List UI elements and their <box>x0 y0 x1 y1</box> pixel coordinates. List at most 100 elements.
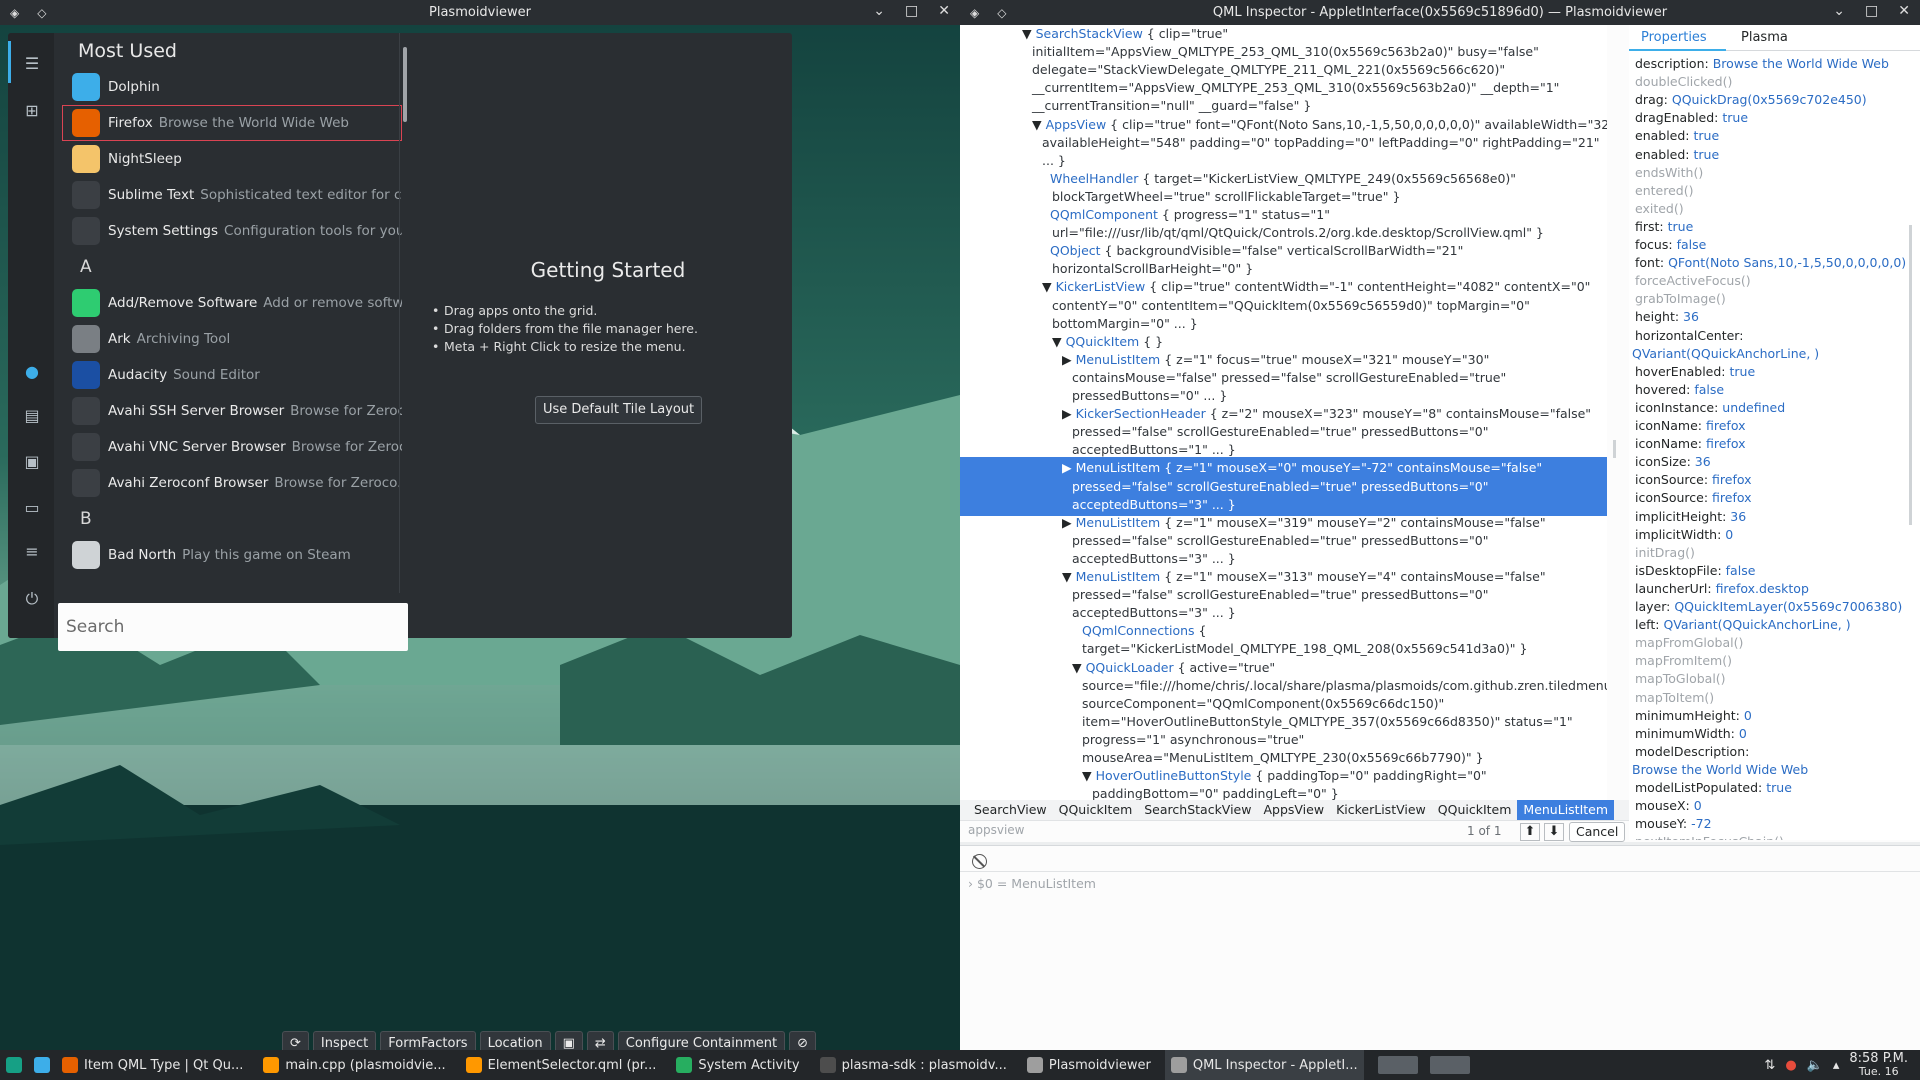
property-row[interactable]: mapFromItem() <box>1635 652 1732 670</box>
property-row[interactable]: iconSize: 36 <box>1635 453 1711 471</box>
tree-row[interactable]: paddingBottom="0" paddingLeft="0" } <box>960 785 1607 800</box>
property-row[interactable]: Browse the World Wide Web <box>1632 761 1808 779</box>
property-row[interactable]: iconName: firefox <box>1635 417 1746 435</box>
tree-row[interactable]: mouseArea="MenuListItem_QMLTYPE_230(0x55… <box>960 749 1607 767</box>
list-item[interactable]: Bad North Play this game on Steam <box>62 537 402 573</box>
list-item[interactable]: Audacity Sound Editor <box>62 357 402 393</box>
list-item[interactable]: Ark Archiving Tool <box>62 321 402 357</box>
list-item[interactable]: System Settings Configuration tools for y… <box>62 213 402 249</box>
property-row[interactable]: initDrag() <box>1635 544 1695 562</box>
property-row[interactable]: mouseX: 0 <box>1635 797 1702 815</box>
property-row[interactable]: drag: QQuickDrag(0x5569c702e450) <box>1635 91 1867 109</box>
tree-row[interactable]: delegate="StackViewDelegate_QMLTYPE_211_… <box>960 61 1607 79</box>
tree-row[interactable]: blockTargetWheel="true" scrollFlickableT… <box>960 188 1607 206</box>
tree-row[interactable]: ▼ KickerListView { clip="true" contentWi… <box>960 278 1607 296</box>
collapse-arrow-icon[interactable]: ▼ <box>1082 768 1096 783</box>
property-row[interactable]: entered() <box>1635 182 1693 200</box>
tree-row[interactable]: ... } <box>960 152 1607 170</box>
breadcrumb-item[interactable]: SearchView <box>968 800 1053 820</box>
property-row[interactable]: left: QVariant(QQuickAnchorLine, ) <box>1635 616 1851 634</box>
tree-row[interactable]: item="HoverOutlineButtonStyle_QMLTYPE_35… <box>960 713 1607 731</box>
breadcrumb-item[interactable]: QQuickItem <box>1053 800 1139 820</box>
tree-row[interactable]: url="file:///usr/lib/qt/qml/QtQuick/Cont… <box>960 224 1607 242</box>
tree-row[interactable]: ▼ HoverOutlineButtonStyle { paddingTop="… <box>960 767 1607 785</box>
property-row[interactable]: first: true <box>1635 218 1693 236</box>
taskbar-item[interactable]: QML Inspector - AppletI... <box>1164 1050 1364 1080</box>
pin-icon[interactable]: ◇ <box>997 6 1006 20</box>
property-row[interactable]: height: 36 <box>1635 308 1699 326</box>
tree-row[interactable]: initialItem="AppsView_QMLTYPE_253_QML_31… <box>960 43 1607 61</box>
tray-app-icon[interactable] <box>1424 1050 1476 1080</box>
taskbar-item[interactable]: ElementSelector.qml (pr... <box>460 1050 663 1080</box>
tree-row[interactable]: QQmlConnections { <box>960 622 1607 640</box>
list-item[interactable]: Add/Remove Software Add or remove softw..… <box>62 285 402 321</box>
property-row[interactable]: exited() <box>1635 200 1684 218</box>
expand-arrow-icon[interactable]: ▶ <box>1062 460 1076 475</box>
app-menu-icon[interactable]: ◈ <box>10 6 19 20</box>
tree-row[interactable]: __currentTransition="null" __guard="fals… <box>960 97 1607 115</box>
property-row[interactable]: forceActiveFocus() <box>1635 272 1751 290</box>
property-row[interactable]: horizontalCenter: <box>1635 327 1743 345</box>
inspector-titlebar[interactable]: ◈ ◇ QML Inspector - AppletInterface(0x556… <box>960 0 1920 25</box>
tree-row[interactable]: acceptedButtons="3" ... } <box>960 550 1607 568</box>
list-item[interactable]: Sublime Text Sophisticated text editor fo… <box>62 177 402 213</box>
use-default-tile-layout-button[interactable]: Use Default Tile Layout <box>535 396 703 424</box>
tree-row[interactable]: ▼ QQuickLoader { active="true" <box>960 659 1607 677</box>
list-item[interactable]: Firefox Browse the World Wide Web <box>62 105 402 141</box>
property-row[interactable]: font: QFont(Noto Sans,10,-1,5,50,0,0,0,0… <box>1635 254 1906 272</box>
tree-row[interactable]: acceptedButtons="3" ... } <box>960 495 1607 514</box>
tree-row[interactable]: ▼ QQuickItem { } <box>960 333 1607 351</box>
user-icon[interactable]: ● <box>21 361 43 383</box>
minimize-icon[interactable]: ⌄ <box>873 3 885 19</box>
tree-row[interactable]: pressedButtons="0" ... } <box>960 387 1607 405</box>
tree-row[interactable]: ▼ AppsView { clip="true" font="QFont(Not… <box>960 116 1607 134</box>
list-item[interactable]: Avahi SSH Server Browser Browse for Zeroc… <box>62 393 402 429</box>
taskbar-item[interactable]: plasma-sdk : plasmoidv... <box>814 1050 1013 1080</box>
find-input[interactable]: appsview <box>968 823 1368 837</box>
network-icon[interactable]: ⇅ <box>1764 1058 1775 1073</box>
clear-console-icon[interactable] <box>972 854 987 869</box>
grid-layout-icon[interactable]: ⊞ <box>21 100 43 122</box>
expand-arrow-icon[interactable]: ▶ <box>1062 406 1076 421</box>
find-cancel-button[interactable]: Cancel <box>1569 822 1626 842</box>
breadcrumb-item[interactable]: SearchStackView <box>1138 800 1257 820</box>
tree-row[interactable]: progress="1" asynchronous="true" <box>960 731 1607 749</box>
property-row[interactable]: launcherUrl: firefox.desktop <box>1635 580 1809 598</box>
expand-arrow-icon[interactable]: ▶ <box>1062 515 1076 530</box>
tree-row[interactable]: containsMouse="false" pressed="false" sc… <box>960 369 1607 387</box>
configure-icon[interactable]: ⇄ <box>586 1031 614 1050</box>
taskbar-item[interactable]: Item QML Type | Qt Qu... <box>56 1050 249 1080</box>
plasmoidviewer-titlebar[interactable]: ◈ ◇ Plasmoidviewer ⌄ □ ✕ <box>0 0 960 25</box>
tree-row[interactable]: __currentItem="AppsView_QMLTYPE_253_QML_… <box>960 79 1607 97</box>
property-row[interactable]: enabled: true <box>1635 127 1719 145</box>
location-button[interactable]: Location <box>479 1031 551 1050</box>
tree-row[interactable]: ▶ MenuListItem { z="1" focus="true" mous… <box>960 351 1607 369</box>
tree-row[interactable]: pressed="false" scrollGestureEnabled="tr… <box>960 477 1607 496</box>
power-icon[interactable]: ⏻ <box>21 588 43 610</box>
property-row[interactable]: mapFromGlobal() <box>1635 634 1743 652</box>
tab-plasma[interactable]: Plasma <box>1741 30 1788 45</box>
property-row[interactable]: enabled: true <box>1635 146 1719 164</box>
list-item[interactable]: Avahi VNC Server Browser Browse for Zeroc… <box>62 429 402 465</box>
tree-row[interactable]: pressed="false" scrollGestureEnabled="tr… <box>960 586 1607 604</box>
property-row[interactable]: doubleClicked() <box>1635 73 1732 91</box>
tree-row[interactable]: ▼ MenuListItem { z="1" mouseX="313" mous… <box>960 568 1607 586</box>
list-item[interactable]: Avahi Zeroconf Browser Browse for Zeroco.… <box>62 465 402 501</box>
tree-row[interactable]: ▶ MenuListItem { z="1" mouseX="0" mouseY… <box>960 459 1607 478</box>
tab-properties[interactable]: Properties <box>1641 30 1707 45</box>
property-row[interactable]: layer: QQuickItemLayer(0x5569c7006380) <box>1635 598 1902 616</box>
property-row[interactable]: mouseY: -72 <box>1635 815 1712 833</box>
property-row[interactable]: description: Browse the World Wide Web <box>1635 55 1889 73</box>
property-row[interactable]: iconName: firefox <box>1635 435 1746 453</box>
tree-row[interactable]: QQmlComponent { progress="1" status="1" <box>960 206 1607 224</box>
clock[interactable]: 8:58 P.M. Tue. 16 <box>1849 1052 1908 1078</box>
list-item[interactable]: NightSleep <box>62 141 402 177</box>
breadcrumb-item[interactable]: QQuickItem <box>1432 800 1518 820</box>
maximize-icon[interactable]: □ <box>1865 3 1878 19</box>
formfactors-button[interactable]: FormFactors <box>380 1031 476 1050</box>
search-input[interactable]: Search <box>58 603 408 651</box>
property-row[interactable]: implicitHeight: 36 <box>1635 508 1746 526</box>
collapse-arrow-icon[interactable]: ▼ <box>1062 569 1076 584</box>
properties-scrollbar[interactable] <box>1909 225 1912 525</box>
property-row[interactable]: endsWith() <box>1635 164 1703 182</box>
